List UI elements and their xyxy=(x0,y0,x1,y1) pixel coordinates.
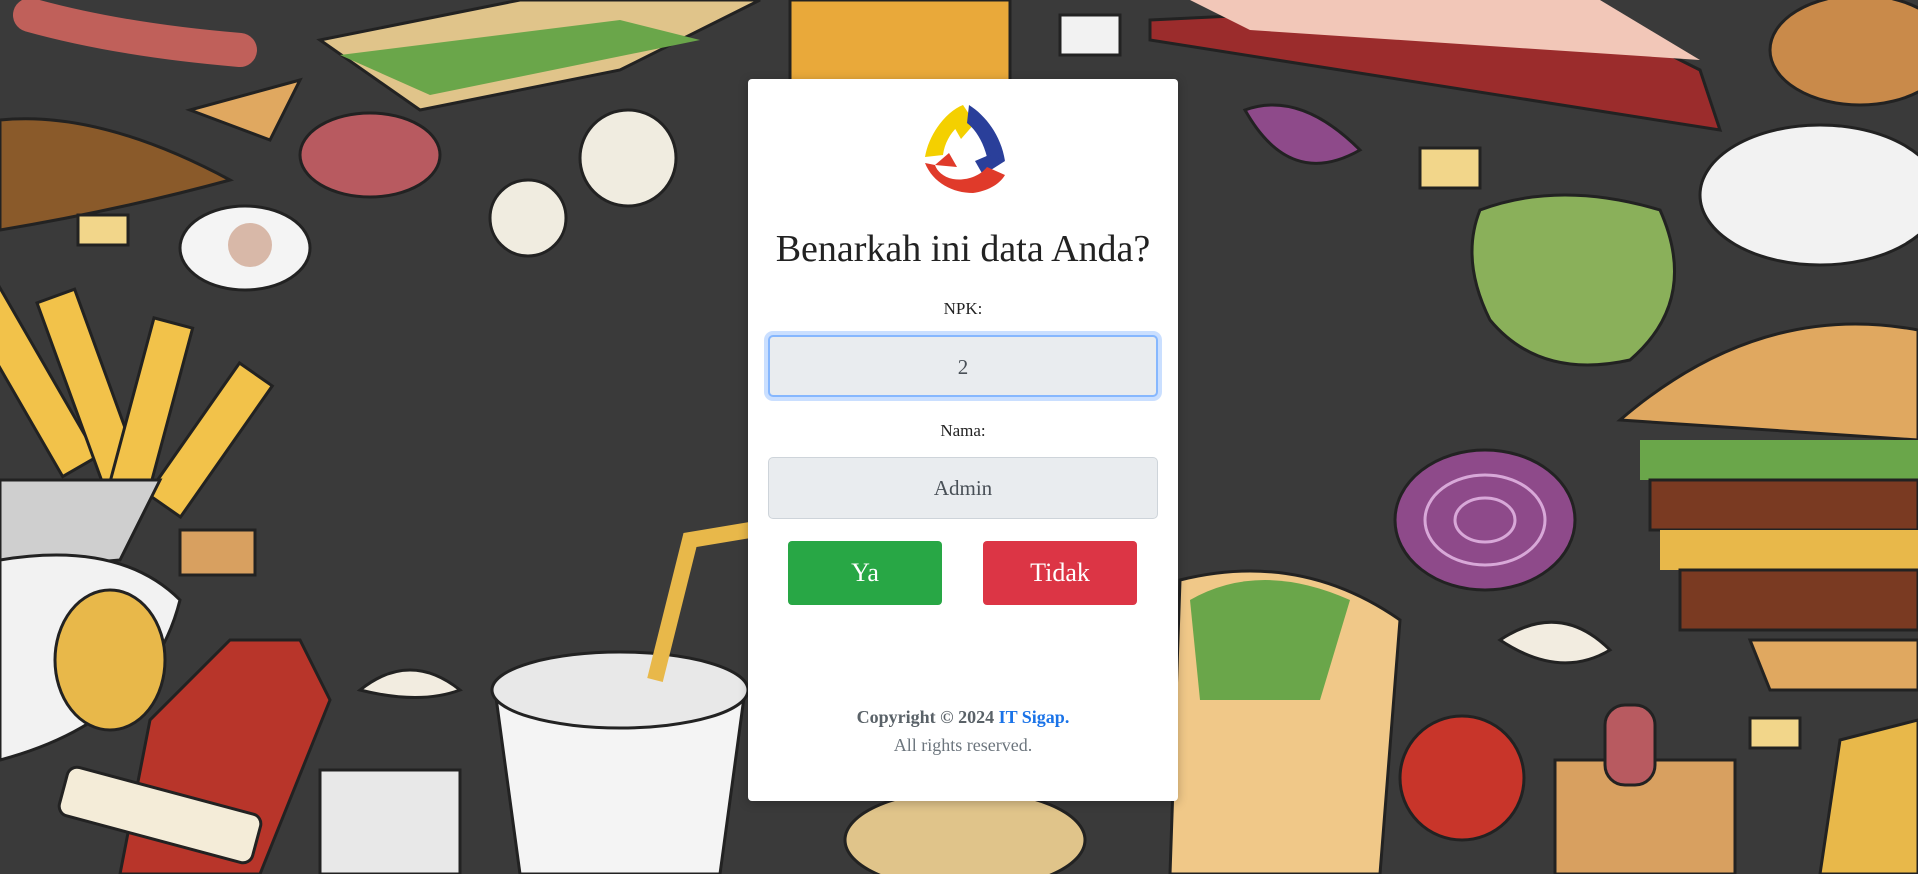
brand-link[interactable]: IT Sigap. xyxy=(999,707,1070,727)
yes-button[interactable]: Ya xyxy=(788,541,942,605)
copyright-text: Copyright © 2024 xyxy=(856,707,995,727)
page-title: Benarkah ini data Anda? xyxy=(775,228,1151,270)
rights-text: All rights reserved. xyxy=(893,735,1033,755)
footer: Copyright © 2024 IT Sigap. All rights re… xyxy=(748,703,1178,759)
nama-label: Nama: xyxy=(940,421,986,440)
npk-field[interactable]: 2 xyxy=(768,335,1158,397)
no-button[interactable]: Tidak xyxy=(983,541,1137,605)
copyright-line: Copyright © 2024 IT Sigap. xyxy=(748,703,1178,731)
nama-field[interactable]: Admin xyxy=(768,457,1158,519)
npk-label: NPK: xyxy=(943,299,983,318)
confirmation-card: Benarkah ini data Anda? NPK: 2 Nama: Adm… xyxy=(748,79,1178,801)
tri-color-triangle-logo-icon xyxy=(913,99,1013,199)
